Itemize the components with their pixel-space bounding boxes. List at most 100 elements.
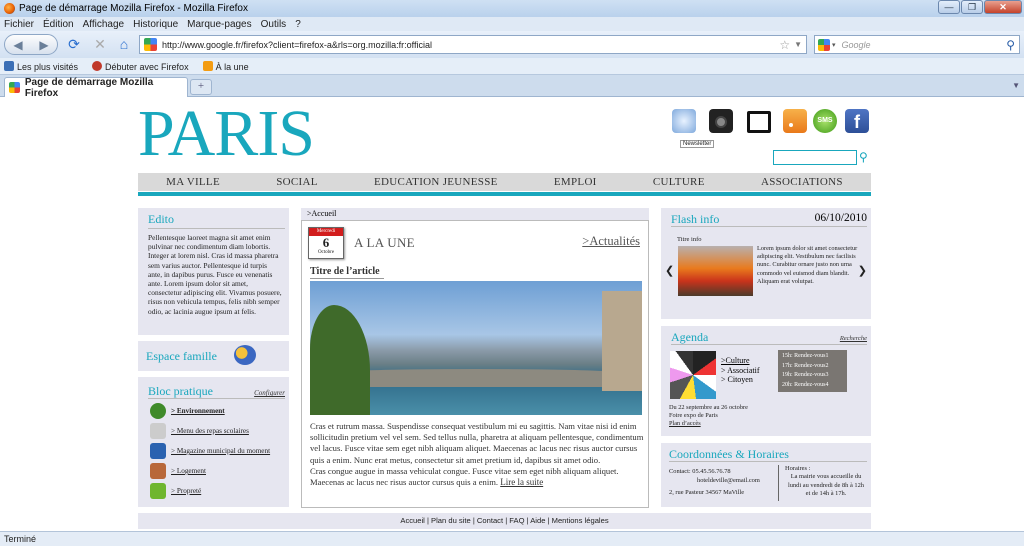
breadcrumb-accueil[interactable]: >Accueil [307,209,336,218]
tree-shape [310,305,370,415]
bookmark-headlines[interactable]: À la une [202,60,249,72]
rdv-item[interactable]: 17h: Rendez-vous2 [778,362,847,372]
une-title: A LA UNE [354,235,415,250]
search-placeholder: Google [841,39,871,50]
menu-marque-pages[interactable]: Marque-pages [187,19,251,30]
bloc-pratique-panel: Bloc pratique Configurer > Environnement… [138,377,289,507]
url-bar[interactable]: http://www.google.fr/firefox?client=fire… [139,35,807,54]
rdv-item[interactable]: 15h: Rendez-vous1 [778,352,847,362]
stop-icon[interactable]: ✕ [92,36,108,52]
site-footer[interactable]: Accueil | Plan du site | Contact | FAQ |… [138,513,871,529]
calendar-icon: Mercredi 6 Octobre [308,227,344,259]
family-icon [234,345,256,365]
tv-icon[interactable] [747,111,771,133]
sms-icon[interactable]: SMS [813,109,837,133]
facebook-icon[interactable]: f [845,109,869,133]
article-title[interactable]: Titre de l’article [310,266,384,279]
bookmark-most-visited[interactable]: Les plus visités [4,60,78,72]
actualites-link[interactable]: >Actualités [582,234,640,249]
bloc-pratique-header: Bloc pratique Configurer [148,384,285,399]
house-icon [150,463,166,479]
nav-social[interactable]: SOCIAL [276,176,318,188]
window-titlebar: Page de démarrage Mozilla Firefox - Mozi… [0,0,1024,17]
search-bar[interactable]: ▾ Google ⚲ [814,35,1020,54]
window-title: Page de démarrage Mozilla Firefox - Mozi… [19,3,248,14]
status-bar: Terminé [0,531,1024,546]
newsletter-icon[interactable] [672,109,696,133]
site-search-input[interactable] [773,150,857,165]
chevron-down-icon[interactable]: ▼ [794,40,802,49]
maximize-button[interactable]: ❐ [961,0,983,14]
tab-start-page[interactable]: Page de démarrage Mozilla Firefox [4,77,188,99]
reload-icon[interactable]: ⟳ [66,36,82,52]
event-map-link[interactable]: Plan d’accès [669,420,748,428]
agenda-cat-culture[interactable]: >Culture [721,356,760,366]
site-logo[interactable]: PARIS [138,101,315,167]
bloc-item-proprete[interactable]: > Propreté [150,481,289,501]
url-text: http://www.google.fr/firefox?client=fire… [162,39,432,50]
contact-phone: Contact: 05.45.56.76.78 [669,468,731,475]
agenda-search-link[interactable]: Recherche [840,335,867,342]
nav-emploi[interactable]: EMPLOI [554,176,597,188]
coordonnees-title: Coordonnées & Horaires [669,447,867,462]
bloc-item-menu-repas[interactable]: > Menu des repas scolaires [150,421,289,441]
rdv-item[interactable]: 19h: Rendez-vous3 [778,371,847,381]
new-tab-button[interactable]: + [190,79,212,95]
minimize-button[interactable]: — [938,0,960,14]
agenda-header: Agenda Recherche [671,330,867,345]
flash-prev-icon[interactable]: ❮ [665,264,674,277]
rdv-item[interactable]: 20h: Rendez-vous4 [778,381,847,391]
espace-famille-label[interactable]: Espace famille [146,349,217,364]
back-forward-buttons[interactable]: ◀ ▶ [4,34,58,55]
menu-edition[interactable]: Édition [43,19,74,30]
menu-outils[interactable]: Outils [261,19,287,30]
contact-address: 2, rue Pasteur 34567 MaVille [669,489,745,497]
nav-associations[interactable]: ASSOCIATIONS [761,176,843,188]
bloc-item-environnement[interactable]: > Environnement [150,401,289,421]
search-icon[interactable]: ⚲ [1006,38,1015,52]
menu-affichage[interactable]: Affichage [83,19,125,30]
edito-title: Edito [148,212,285,229]
bookmark-getting-started[interactable]: Débuter avec Firefox [92,60,189,72]
camera-icon[interactable] [709,109,733,133]
rss-icon [202,60,213,71]
bookmark-folder-icon [4,60,14,71]
agenda-image[interactable] [670,351,716,399]
nav-culture[interactable]: CULTURE [653,176,705,188]
menu-fichier[interactable]: Fichier [4,19,34,30]
menu-historique[interactable]: Historique [133,19,178,30]
flash-info-title: Flash info [671,212,720,226]
tab-bar: Page de démarrage Mozilla Firefox + ▼ [0,75,1024,99]
flash-info-header: Flash info 06/10/2010 [671,212,867,227]
google-engine-icon[interactable] [818,38,830,51]
home-icon[interactable]: ⌂ [116,36,132,52]
nav-education-jeunesse[interactable]: EDUCATION JEUNESSE [374,176,498,188]
book-icon [150,443,166,459]
article-image[interactable] [310,281,642,415]
rss-icon[interactable] [783,109,807,133]
agenda-cat-associatif[interactable]: > Associatif [721,366,760,376]
nav-ma-ville[interactable]: MA VILLE [166,176,220,188]
tree-icon [150,403,166,419]
tab-list-icon[interactable]: ▼ [1012,81,1020,90]
flash-info-date: 06/10/2010 [814,212,867,224]
engine-dropdown-icon[interactable]: ▾ [832,41,836,49]
flash-info-panel: Flash info 06/10/2010 Titre info ❮ ❯ Lor… [661,208,871,319]
configurer-link[interactable]: Configurer [254,389,285,397]
flash-image[interactable] [678,246,753,296]
close-button[interactable]: ✕ [984,0,1022,14]
read-more-link[interactable]: Lire la suite [500,477,543,487]
menu-help[interactable]: ? [295,19,301,30]
back-icon[interactable]: ◀ [13,38,22,52]
firefox-bookmark-icon [92,60,103,71]
forward-icon[interactable]: ▶ [39,38,48,52]
search-icon[interactable]: ⚲ [859,150,868,165]
article-text-2: Cras congue augue in massa vehiculat con… [310,465,619,488]
bloc-item-logement[interactable]: > Logement [150,461,289,481]
contact-email[interactable]: hoteldeville@email.com [669,477,779,486]
main-navigation: MA VILLE SOCIAL EDUCATION JEUNESSE EMPLO… [138,173,871,191]
espace-famille-panel[interactable]: Espace famille [138,341,289,371]
bookmark-star-icon[interactable]: ☆ [779,38,790,52]
bloc-item-magazine[interactable]: > Magazine municipal du moment [150,441,289,461]
agenda-cat-citoyen[interactable]: > Citoyen [721,375,760,385]
